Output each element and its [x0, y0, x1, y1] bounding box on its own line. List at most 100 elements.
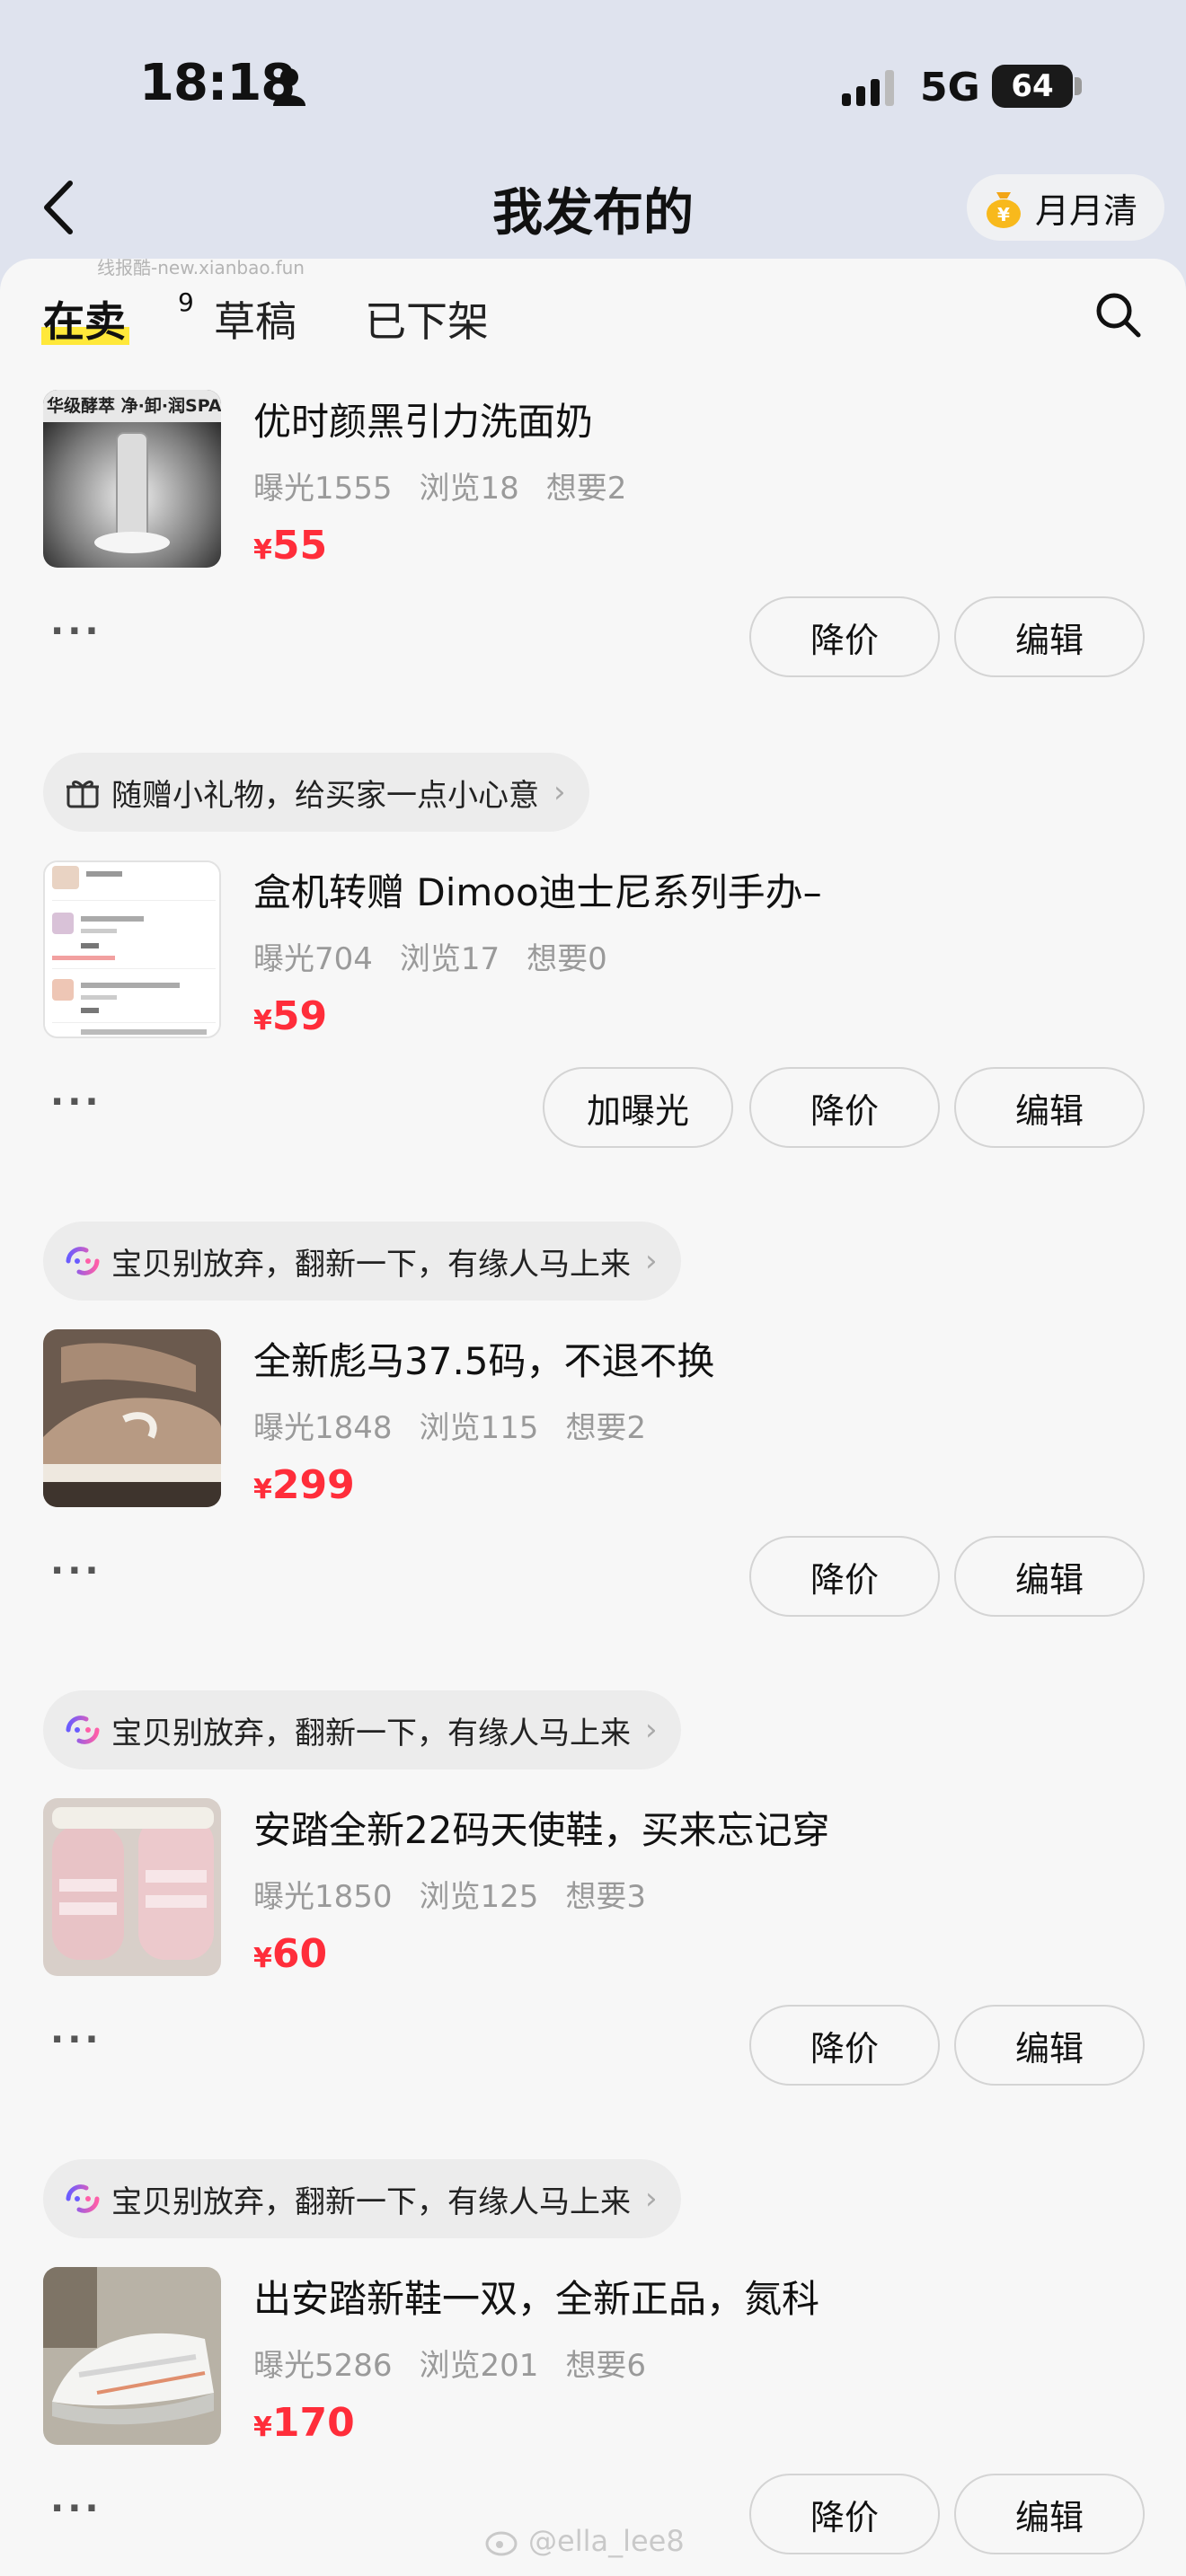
want-count: 想要2: [545, 471, 627, 507]
watermark-top: 线报酷-new.xianbao.fun: [97, 257, 305, 278]
boost-exposure-button[interactable]: 加曝光: [543, 1067, 733, 1148]
reduce-price-button[interactable]: 降价: [749, 2474, 940, 2554]
sneaker-image: [43, 1329, 221, 1507]
edit-button[interactable]: 编辑: [954, 1067, 1145, 1148]
screenshot-list-image: [45, 862, 219, 1037]
item-stats: 曝光1850 浏览125 想要3: [253, 1872, 673, 1916]
item-price: ¥60: [253, 1931, 327, 1977]
edit-button[interactable]: 编辑: [954, 2474, 1145, 2554]
month-clear-label: 月月清: [1035, 190, 1138, 231]
network-label: 5G: [920, 65, 980, 110]
refresh-promo-banner[interactable]: 宝贝别放弃，翻新一下，有缘人马上来 ›: [43, 1222, 681, 1301]
item-price: ¥59: [253, 993, 327, 1039]
tab-on-sale-count: 9: [178, 287, 194, 317]
edit-button[interactable]: 编辑: [954, 1536, 1145, 1617]
edit-button[interactable]: 编辑: [954, 2005, 1145, 2086]
exposure-count: 曝光1555: [253, 471, 393, 507]
currency-symbol: ¥: [253, 2412, 272, 2443]
item-title[interactable]: 安踏全新22码天使鞋，买来忘记穿: [253, 1800, 829, 1855]
gift-icon: [66, 781, 99, 808]
want-count: 想要0: [527, 941, 607, 977]
svg-text:¥: ¥: [997, 204, 1010, 225]
exposure-count: 曝光1850: [253, 1879, 393, 1915]
chevron-right-icon: ›: [645, 1712, 658, 1748]
item-title[interactable]: 出安踏新鞋一双，全新正品，氮科: [253, 2269, 819, 2324]
price-value: 55: [271, 523, 328, 569]
chevron-right-icon: ›: [553, 774, 566, 810]
view-count: 浏览18: [419, 471, 519, 507]
signal-icon: [842, 70, 894, 106]
baby-shoes-image: [43, 1798, 221, 1976]
item-stats: 曝光1848 浏览115 想要2: [253, 1403, 673, 1447]
tab-bar: 在卖 9 草稿 已下架: [0, 287, 1186, 361]
product-thumbnail[interactable]: 华级酵萃 净·卸·润SPA: [43, 390, 221, 568]
tab-off-shelf[interactable]: 已下架: [365, 289, 489, 348]
refresh-promo-banner[interactable]: 宝贝别放弃，翻新一下，有缘人马上来 ›: [43, 2159, 681, 2238]
month-clear-button[interactable]: ¥ 月月清: [967, 174, 1164, 241]
running-shoe-image: [43, 2267, 221, 2445]
promo-text: 宝贝别放弃，翻新一下，有缘人马上来: [111, 2183, 631, 2220]
battery-icon: 64: [992, 65, 1073, 108]
reduce-price-button[interactable]: 降价: [749, 596, 940, 677]
reduce-price-button[interactable]: 降价: [749, 2005, 940, 2086]
view-count: 浏览17: [399, 941, 500, 977]
view-count: 浏览125: [419, 1879, 539, 1915]
battery-tip: [1075, 77, 1082, 95]
promo-text: 宝贝别放弃，翻新一下，有缘人马上来: [111, 1715, 631, 1751]
item-title[interactable]: 盒机转赠 Dimoo迪士尼系列手办–: [253, 862, 822, 917]
product-thumbnail[interactable]: [43, 860, 221, 1038]
more-options-icon[interactable]: ···: [50, 611, 102, 652]
more-options-icon[interactable]: ···: [50, 1550, 102, 1592]
item-stats: 曝光704 浏览17 想要0: [253, 934, 634, 978]
person-icon: [273, 68, 305, 106]
price-value: 59: [271, 993, 328, 1039]
want-count: 想要3: [565, 1879, 647, 1915]
reduce-price-button[interactable]: 降价: [749, 1536, 940, 1617]
currency-symbol: ¥: [253, 1943, 272, 1974]
currency-symbol: ¥: [253, 534, 272, 566]
item-price: ¥55: [253, 523, 327, 569]
edit-button[interactable]: 编辑: [954, 596, 1145, 677]
promo-text: 宝贝别放弃，翻新一下，有缘人马上来: [111, 1246, 631, 1283]
chevron-right-icon: ›: [645, 2181, 658, 2217]
reduce-price-button[interactable]: 降价: [749, 1067, 940, 1148]
price-value: 60: [271, 1931, 328, 1977]
tab-drafts[interactable]: 草稿: [214, 289, 296, 348]
battery-level: 64: [1011, 68, 1054, 104]
search-icon[interactable]: [1093, 289, 1143, 340]
view-count: 浏览115: [419, 1410, 539, 1446]
refresh-badge-icon: [66, 1716, 100, 1744]
cleanser-image: 华级酵萃 净·卸·润SPA: [43, 390, 221, 568]
item-price: ¥299: [253, 1462, 355, 1508]
tab-on-sale-label: 在卖: [43, 297, 126, 346]
item-stats: 曝光5286 浏览201 想要6: [253, 2341, 673, 2385]
gift-promo-banner[interactable]: 随赠小礼物，给买家一点小心意 ›: [43, 753, 589, 832]
money-bag-icon: ¥: [987, 192, 1021, 228]
product-thumbnail[interactable]: [43, 2267, 221, 2445]
chevron-right-icon: ›: [645, 1243, 658, 1279]
thumb-caption: 华级酵萃 净·卸·润SPA: [47, 395, 221, 416]
price-value: 299: [271, 1462, 355, 1508]
view-count: 浏览201: [419, 2348, 539, 2384]
product-thumbnail[interactable]: [43, 1798, 221, 1976]
item-title[interactable]: 优时颜黑引力洗面奶: [253, 392, 593, 446]
exposure-count: 曝光5286: [253, 2348, 393, 2384]
refresh-promo-banner[interactable]: 宝贝别放弃，翻新一下，有缘人马上来 ›: [43, 1690, 681, 1769]
want-count: 想要6: [565, 2348, 647, 2384]
refresh-badge-icon: [66, 1247, 100, 1275]
want-count: 想要2: [565, 1410, 647, 1446]
item-title[interactable]: 全新彪马37.5码，不退不换: [253, 1331, 715, 1386]
weibo-icon: [485, 2531, 518, 2556]
item-stats: 曝光1555 浏览18 想要2: [253, 463, 653, 507]
weibo-watermark: @ella_lee8: [485, 2524, 685, 2558]
tab-on-sale[interactable]: 在卖 9: [41, 287, 194, 348]
product-thumbnail[interactable]: [43, 1329, 221, 1507]
more-options-icon[interactable]: ···: [50, 1081, 102, 1123]
currency-symbol: ¥: [253, 1005, 272, 1037]
status-bar: 18:18 5G 64: [0, 0, 1186, 171]
more-options-icon[interactable]: ···: [50, 2019, 102, 2060]
promo-text: 随赠小礼物，给买家一点小心意: [111, 777, 539, 814]
exposure-count: 曝光704: [253, 941, 373, 977]
more-options-icon[interactable]: ···: [50, 2488, 102, 2529]
price-value: 170: [271, 2400, 355, 2446]
